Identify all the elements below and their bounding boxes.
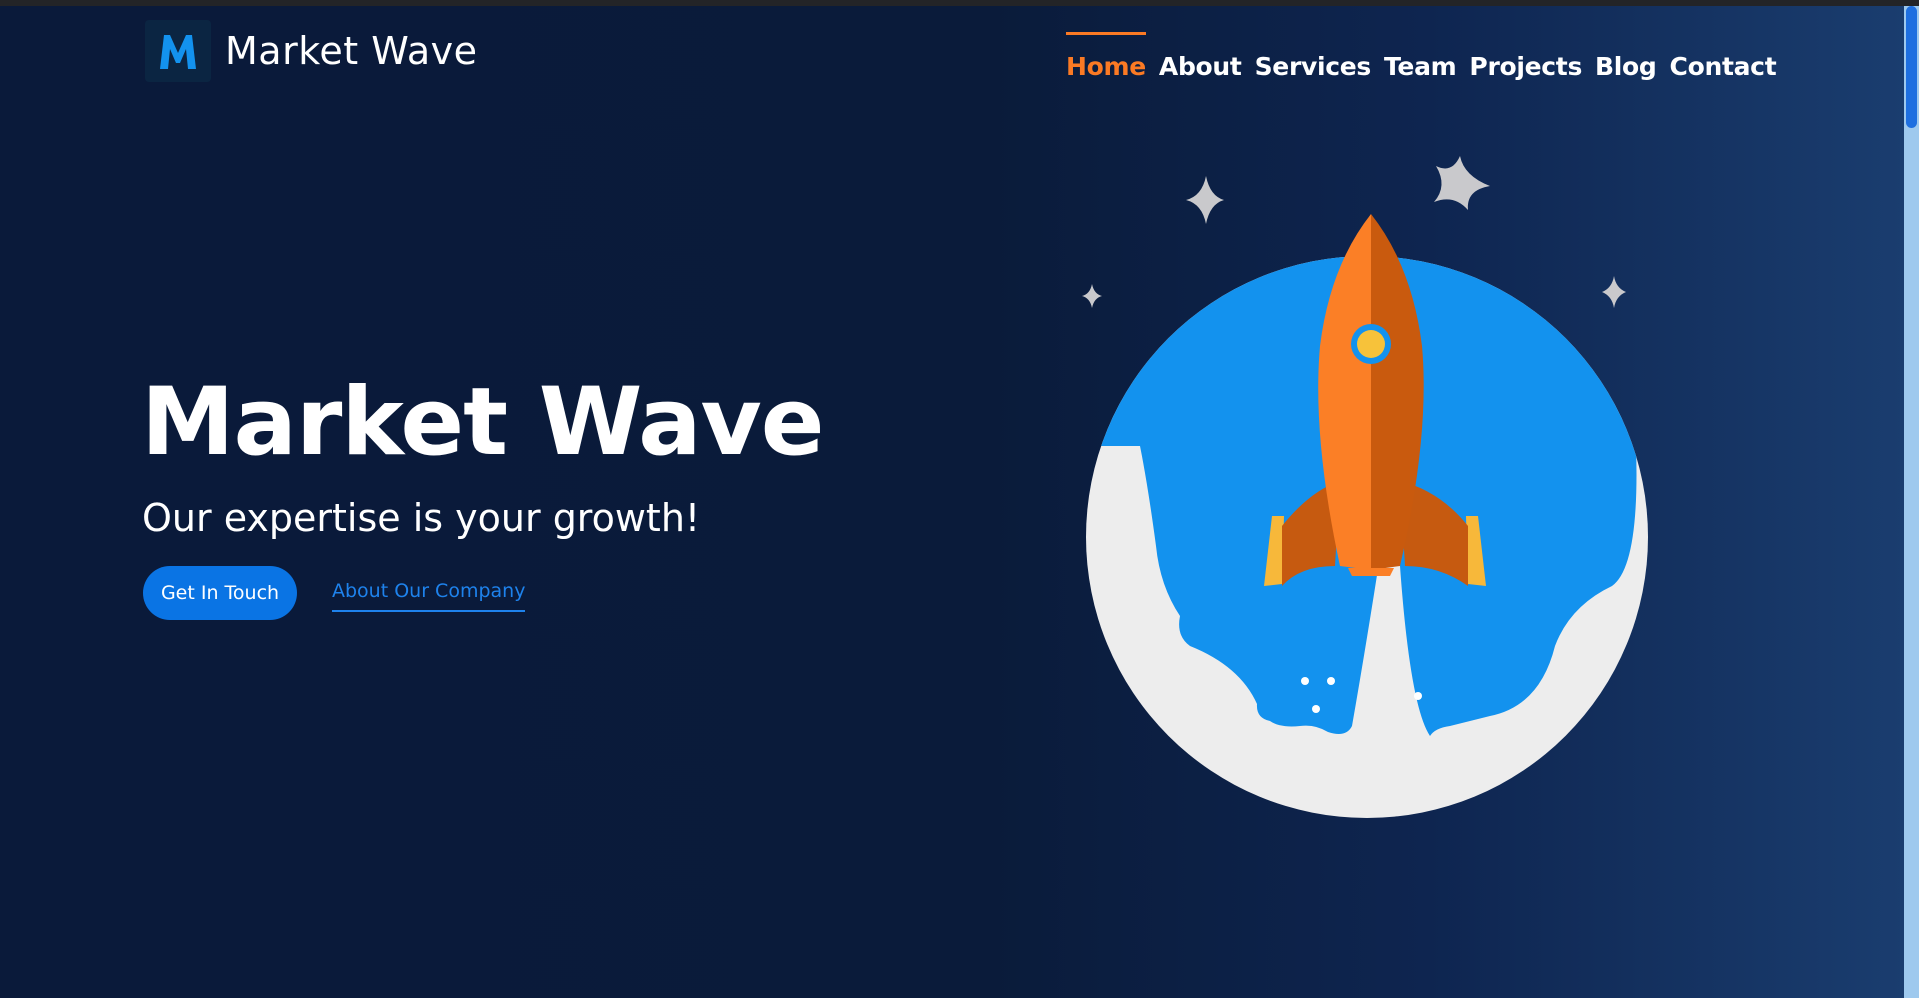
nav-team[interactable]: Team	[1384, 32, 1457, 81]
m-logo-icon	[145, 20, 211, 82]
about-company-link[interactable]: About Our Company	[332, 580, 526, 612]
star-icon	[1082, 284, 1102, 308]
brand-name: Market Wave	[225, 29, 478, 73]
nav-contact[interactable]: Contact	[1670, 32, 1777, 81]
star-icon	[1186, 176, 1224, 224]
nav-blog[interactable]: Blog	[1595, 32, 1657, 81]
page-viewport: Market Wave Home About Services Team Pro…	[0, 6, 1904, 998]
brand-logo[interactable]: Market Wave	[145, 20, 478, 82]
nav-services[interactable]: Services	[1255, 32, 1372, 81]
star-icon	[1434, 156, 1490, 210]
nav-projects[interactable]: Projects	[1469, 32, 1582, 81]
star-icon	[1602, 276, 1626, 308]
main-nav: Home About Services Team Projects Blog C…	[1066, 32, 1789, 81]
nav-about[interactable]: About	[1159, 32, 1242, 81]
hero-subtitle: Our expertise is your growth!	[142, 496, 701, 540]
rocket-launch-illustration	[1050, 146, 1670, 826]
get-in-touch-button[interactable]: Get In Touch	[143, 566, 297, 620]
scrollbar-thumb[interactable]	[1906, 6, 1917, 128]
page-scrollbar[interactable]	[1904, 6, 1919, 998]
hero-title: Market Wave	[141, 368, 825, 477]
nav-home[interactable]: Home	[1066, 32, 1146, 81]
